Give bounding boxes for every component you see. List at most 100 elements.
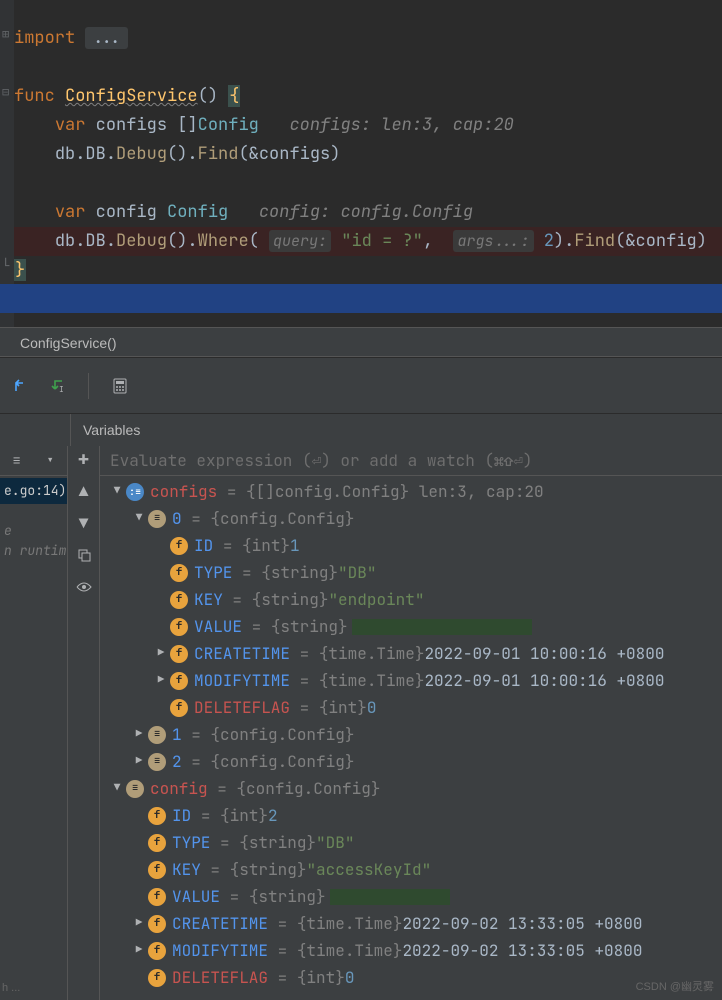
- tree-node-field[interactable]: fKEY = {string} "endpoint": [100, 586, 722, 613]
- expand-icon[interactable]: ▼: [108, 478, 126, 505]
- folded-imports[interactable]: ...: [85, 27, 128, 49]
- type-slice-prefix: []: [177, 114, 197, 136]
- code-body[interactable]: import ... func ConfigService() { var co…: [14, 0, 722, 285]
- struct-icon: ≡: [148, 726, 166, 744]
- fold-icon[interactable]: ⊟: [2, 84, 9, 100]
- variables-tree[interactable]: ▼ :≡ configs = {[]config.Config} len:3, …: [100, 476, 722, 991]
- down-arrow-icon[interactable]: ▼: [75, 514, 93, 532]
- breakpoint-line[interactable]: db.DB.Debug().Where( query: "id = ?", ar…: [14, 227, 722, 256]
- expand-icon[interactable]: ▶: [152, 640, 170, 667]
- var-value: 2022-09-02 13:33:05 +0800: [402, 910, 642, 937]
- fold-icon[interactable]: └: [2, 258, 9, 274]
- code-editor[interactable]: ⊞ ⊟ └ import ... func ConfigService() { …: [0, 0, 722, 327]
- type-config: Config: [198, 114, 259, 136]
- var-value: 2022-09-01 10:00:16 +0800: [424, 640, 664, 667]
- frame-item[interactable]: n runtime: [0, 540, 67, 560]
- step-into-icon[interactable]: I: [48, 377, 66, 395]
- call-Debug: Debug: [116, 143, 167, 165]
- field-icon: f: [170, 564, 188, 582]
- var-type: = {string}: [220, 829, 316, 856]
- var-name: DELETEFLAG: [194, 694, 290, 721]
- add-watch-icon[interactable]: +: [75, 450, 93, 468]
- field-icon: f: [170, 645, 188, 663]
- field-icon: f: [170, 699, 188, 717]
- variables-pane[interactable]: Evaluate expression (⏎) or add a watch (…: [100, 446, 722, 1000]
- tree-node-field[interactable]: ▶fCREATETIME = {time.Time} 2022-09-01 10…: [100, 640, 722, 667]
- expand-icon[interactable]: ▶: [130, 910, 148, 937]
- tree-node-field[interactable]: fVALUE = {string}: [100, 883, 722, 910]
- tree-node-item-0[interactable]: ▼ ≡ 0 = {config.Config}: [100, 505, 722, 532]
- breadcrumb[interactable]: ConfigService(): [0, 327, 722, 357]
- keyword-var: var: [55, 201, 86, 223]
- evaluate-expression-input[interactable]: Evaluate expression (⏎) or add a watch (…: [100, 446, 722, 476]
- expand-icon[interactable]: ▼: [108, 775, 126, 802]
- var-name: MODIFYTIME: [194, 667, 290, 694]
- var-name: configs: [150, 478, 217, 505]
- call-Where: Where: [198, 230, 249, 252]
- tree-node-item-2[interactable]: ▶ ≡ 2 = {config.Config}: [100, 748, 722, 775]
- call-Debug: Debug: [116, 230, 167, 252]
- up-arrow-icon[interactable]: ▲: [75, 482, 93, 500]
- hint-query: query:: [269, 230, 331, 252]
- var-type: = {time.Time}: [278, 937, 403, 964]
- tree-node-field[interactable]: fDELETEFLAG = {int} 0: [100, 694, 722, 721]
- tree-node-field[interactable]: fID = {int} 1: [100, 532, 722, 559]
- tree-node-field[interactable]: fTYPE = {string} "DB": [100, 559, 722, 586]
- expand-icon[interactable]: ▶: [130, 748, 148, 775]
- tree-node-field[interactable]: ▶fMODIFYTIME = {time.Time} 2022-09-01 10…: [100, 667, 722, 694]
- var-name: 1: [172, 721, 182, 748]
- pkg-db: db: [55, 230, 75, 252]
- redacted-value: [330, 889, 450, 905]
- var-value: = {config.Config}: [191, 505, 354, 532]
- copy-icon[interactable]: [75, 546, 93, 564]
- expand-icon[interactable]: ▶: [130, 937, 148, 964]
- redacted-value: [352, 619, 532, 635]
- struct-icon: ≡: [148, 510, 166, 528]
- tree-node-field[interactable]: fVALUE = {string}: [100, 613, 722, 640]
- tree-node-field[interactable]: ▶fMODIFYTIME = {time.Time} 2022-09-02 13…: [100, 937, 722, 964]
- frame-selected[interactable]: e.go:14): [0, 478, 67, 504]
- var-name: CREATETIME: [194, 640, 290, 667]
- tree-node-item-1[interactable]: ▶ ≡ 1 = {config.Config}: [100, 721, 722, 748]
- toolbar-separator: [88, 373, 89, 399]
- slice-icon: :≡: [126, 483, 144, 501]
- variables-tab[interactable]: Variables: [70, 414, 722, 446]
- selection-highlight: [0, 284, 722, 313]
- fold-icon[interactable]: ⊞: [2, 26, 9, 42]
- expand-icon[interactable]: ▶: [152, 667, 170, 694]
- filter-icon[interactable]: ▾: [46, 452, 54, 470]
- tree-node-field[interactable]: fKEY = {string} "accessKeyId": [100, 856, 722, 883]
- tree-node-config[interactable]: ▼ ≡ config = {config.Config}: [100, 775, 722, 802]
- return-up-icon[interactable]: [12, 377, 30, 395]
- frames-column[interactable]: ≡ ▾ e.go:14) e n runtime: [0, 446, 68, 1000]
- frames-toolbar: ≡ ▾: [0, 446, 67, 476]
- threads-icon[interactable]: ≡: [13, 452, 21, 470]
- tree-node-field[interactable]: ▶fCREATETIME = {time.Time} 2022-09-02 13…: [100, 910, 722, 937]
- frame-item[interactable]: e: [0, 504, 67, 540]
- var-value: "endpoint": [328, 586, 424, 613]
- watermark: CSDN @幽灵雾: [636, 978, 714, 994]
- tree-node-field[interactable]: fID = {int} 2: [100, 802, 722, 829]
- inline-hint-config: config: config.Config: [259, 201, 473, 223]
- field-icon: f: [148, 915, 166, 933]
- tree-node-field[interactable]: fTYPE = {string} "DB": [100, 829, 722, 856]
- field-icon: f: [148, 807, 166, 825]
- var-value: 2022-09-02 13:33:05 +0800: [402, 937, 642, 964]
- var-name: KEY: [194, 586, 223, 613]
- field-DB: DB: [85, 143, 105, 165]
- variables-side-toolbar: + ▲ ▼: [68, 446, 100, 1000]
- field-icon: f: [148, 834, 166, 852]
- var-value: = {[]config.Config} len:3, cap:20: [227, 478, 544, 505]
- watch-eye-icon[interactable]: [75, 578, 93, 596]
- var-value: "DB": [338, 559, 376, 586]
- var-value: "DB": [316, 829, 354, 856]
- open-brace: {: [228, 85, 240, 107]
- expand-icon[interactable]: ▶: [130, 721, 148, 748]
- calculator-icon[interactable]: [111, 377, 129, 395]
- struct-icon: ≡: [126, 780, 144, 798]
- call-Find: Find: [574, 230, 615, 252]
- var-value: 2022-09-01 10:00:16 +0800: [424, 667, 664, 694]
- tree-node-field[interactable]: fDELETEFLAG = {int} 0: [100, 964, 722, 991]
- expand-icon[interactable]: ▼: [130, 505, 148, 532]
- tree-node-configs[interactable]: ▼ :≡ configs = {[]config.Config} len:3, …: [100, 478, 722, 505]
